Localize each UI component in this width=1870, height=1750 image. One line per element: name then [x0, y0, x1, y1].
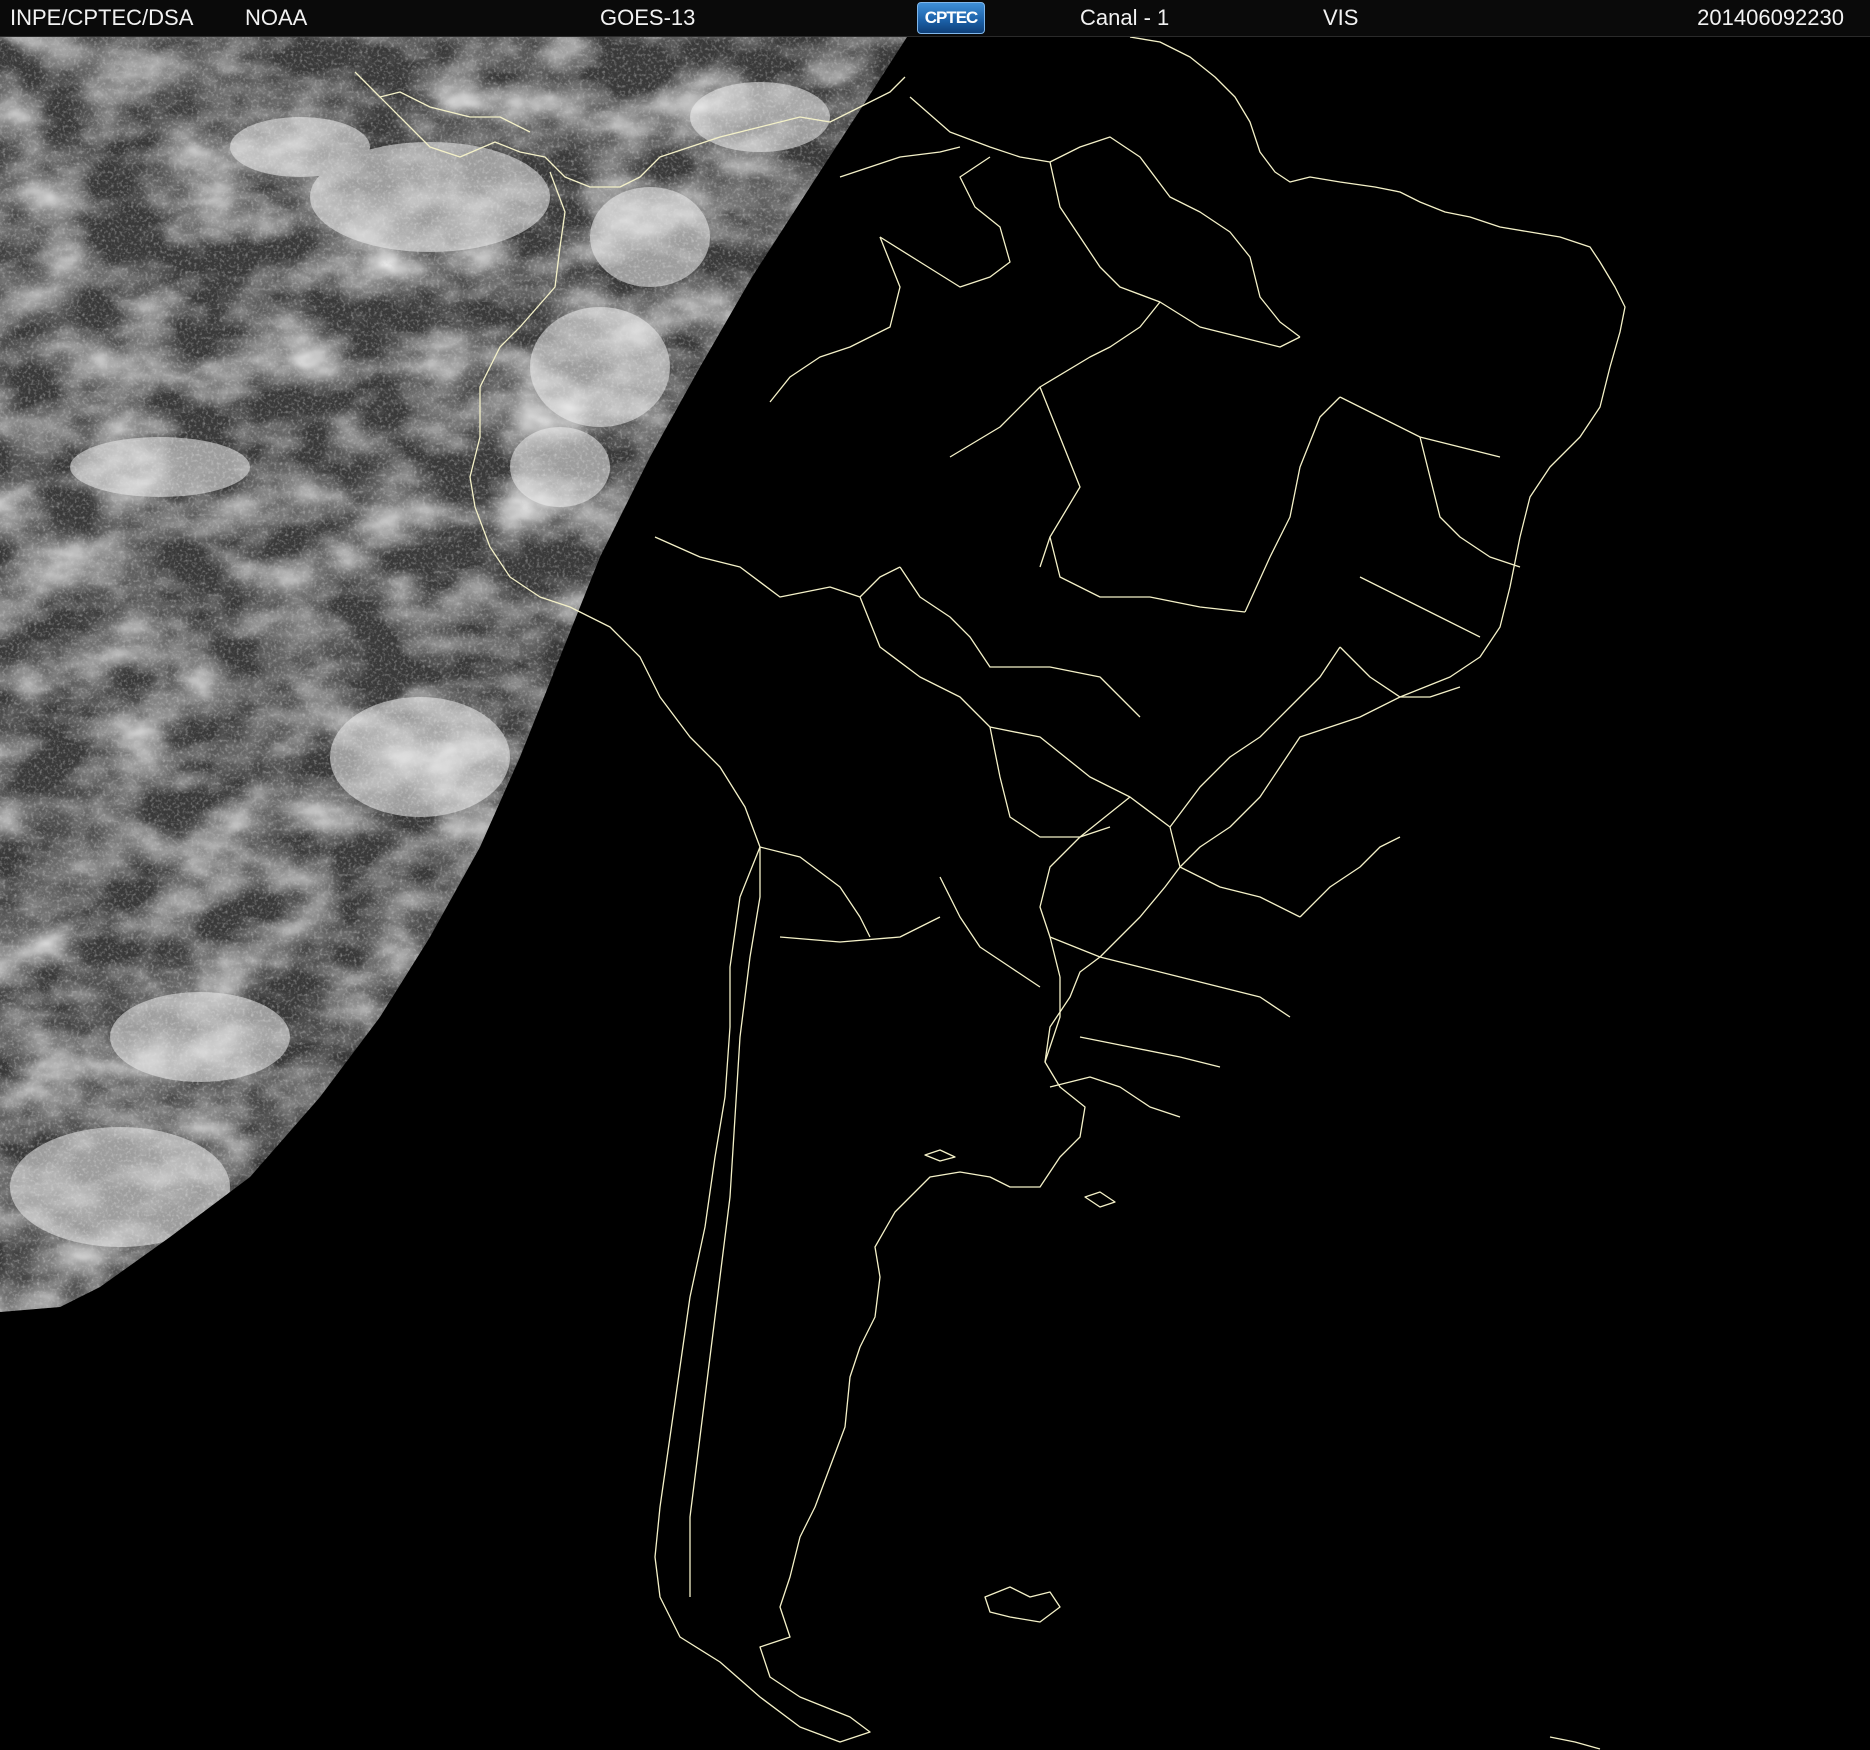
border-parana	[1049, 936, 1291, 1018]
channel-label: Canal - 1	[1080, 5, 1170, 30]
border-sao-paulo	[1299, 836, 1401, 918]
border-ms	[1169, 826, 1301, 918]
caribbean-islands	[839, 146, 961, 178]
border-amazon-n	[949, 301, 1161, 458]
border-bolivia-west	[859, 596, 1111, 838]
border-maranhao	[1339, 396, 1501, 458]
satellite-map-svg	[0, 37, 1626, 1750]
border-santa-catarina	[1079, 1036, 1221, 1068]
falkland-islands	[984, 1586, 1061, 1623]
border-guianas	[1049, 161, 1301, 348]
border-rio-grande	[1049, 1076, 1181, 1118]
border-chile-bolivia	[759, 846, 871, 938]
border-paraguay-west	[939, 876, 1041, 988]
northern-coast	[909, 96, 1301, 338]
daylit-region	[0, 37, 907, 1312]
cptec-logo-text: CPTEC	[924, 8, 979, 27]
border-piaui	[1419, 436, 1521, 568]
border-minas	[1339, 646, 1461, 698]
border-goias	[1169, 646, 1341, 828]
border-peru-north	[654, 536, 901, 598]
border-para-east	[1244, 396, 1341, 613]
lake	[1084, 1191, 1116, 1208]
border-colombia	[769, 236, 901, 403]
header-bar: INPE/CPTEC/DSA NOAA GOES-13 CPTEC Canal …	[0, 0, 1870, 37]
timestamp-label: 201406092230	[1697, 5, 1844, 30]
south-georgia	[1549, 1736, 1601, 1750]
border-amazonas	[1039, 386, 1081, 568]
satellite-label: GOES-13	[600, 5, 696, 30]
border-paraguay-east	[1039, 796, 1131, 978]
cptec-logo: CPTEC	[917, 2, 985, 34]
organization-label: INPE/CPTEC/DSA	[10, 5, 194, 30]
border-bahia-n	[1359, 576, 1481, 638]
border-venezuela	[879, 156, 1011, 288]
satellite-image	[0, 37, 1870, 1750]
border-chile-argentina	[689, 847, 761, 1597]
border-mato-grosso	[989, 726, 1171, 828]
border-bolivia-south	[779, 916, 941, 943]
border-acre-rondonia	[899, 566, 1141, 718]
lake	[924, 1149, 956, 1162]
band-label: VIS	[1323, 5, 1359, 30]
border-para-south	[1049, 536, 1246, 613]
agency-label: NOAA	[245, 5, 308, 30]
